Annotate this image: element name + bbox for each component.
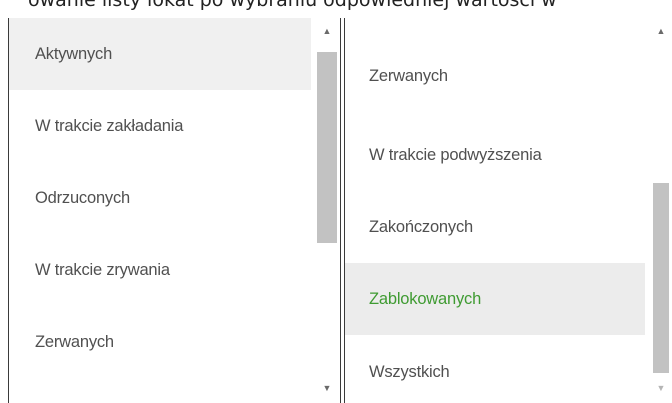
option-label: Zerwanych [35,332,114,351]
option-label: W trakcie zakładania [35,116,184,135]
option-wszystkich[interactable]: Wszystkich [345,336,645,403]
scroll-down-arrow-icon[interactable]: ▼ [314,381,340,395]
option-zerwanych[interactable]: Zerwanych [345,40,645,112]
status-dropdown-list-left: Aktywnych W trakcie zakładania Odrzucony… [8,18,341,403]
option-label: Wszystkich [369,362,450,381]
option-zablokowanych[interactable]: Zablokowanych [345,263,645,335]
option-w-trakcie-podwyzszenia[interactable]: W trakcie podwyższenia [345,119,645,191]
scrollbar-thumb[interactable] [317,52,337,243]
option-label: Zerwanych [369,66,448,85]
scrollbar[interactable]: ▲ ▼ [650,18,672,403]
status-dropdown-list-right: Zerwanych W trakcie podwyższenia Zakończ… [344,18,672,403]
option-label: Zablokowanych [369,289,482,308]
caption-text: owanie listy lokat po wybraniu odpowiedn… [28,0,557,11]
instruction-caption: owanie listy lokat po wybraniu odpowiedn… [0,0,672,12]
option-label: W trakcie zrywania [35,260,170,279]
scroll-down-arrow-icon[interactable]: ▼ [650,381,672,395]
scrollbar[interactable]: ▲ ▼ [314,18,340,403]
option-w-trakcie-zrywania[interactable]: W trakcie zrywania [9,234,311,306]
scrollbar-thumb[interactable] [653,183,669,373]
option-label: W trakcie podwyższenia [369,145,542,164]
option-aktywnych[interactable]: Aktywnych [9,18,311,90]
option-label: Zakończonych [369,217,473,236]
option-label: Aktywnych [35,44,113,63]
option-zakonczonych[interactable]: Zakończonych [345,191,645,263]
option-w-trakcie-zakladania[interactable]: W trakcie zakładania [9,90,311,162]
option-odrzuconych[interactable]: Odrzuconych [9,162,311,234]
scroll-up-arrow-icon[interactable]: ▲ [650,24,672,38]
option-zerwanych[interactable]: Zerwanych [9,306,311,378]
scroll-up-arrow-icon[interactable]: ▲ [314,24,340,38]
option-label: Odrzuconych [35,188,131,207]
